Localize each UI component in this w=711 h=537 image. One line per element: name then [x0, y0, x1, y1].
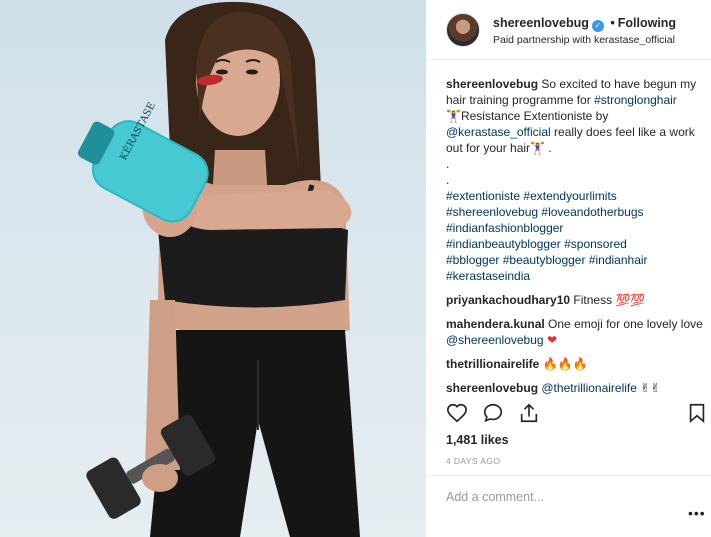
comment-icon[interactable]	[482, 402, 504, 424]
hashtag-link[interactable]: #stronglonghair	[594, 93, 677, 107]
instagram-post: KÉRASTASE shereenlovebug ✓ • Following Pai…	[0, 0, 711, 537]
hashtag-link[interactable]: #shereenlovebug	[446, 205, 538, 219]
username-link[interactable]: shereenlovebug	[493, 16, 589, 30]
caption-username[interactable]: shereenlovebug	[446, 77, 538, 91]
photo-illustration: KÉRASTASE	[77, 1, 360, 537]
header-user: shereenlovebug ✓ • Following	[493, 16, 676, 32]
post-header: shereenlovebug ✓ • Following Paid partners…	[426, 0, 711, 60]
caption-text-2: 🏋‍♀Resistance Extentioniste by	[446, 109, 609, 123]
verified-icon: ✓	[591, 20, 604, 32]
hashtag-link[interactable]: #indianfashionblogger	[446, 221, 563, 235]
hashtag-link[interactable]: #bblogger	[446, 253, 499, 267]
comment-username[interactable]: thetrillionairelife	[446, 357, 539, 371]
following-button[interactable]: Following	[618, 16, 676, 30]
comment-emoji: 💯💯	[615, 293, 646, 307]
comment-username[interactable]: priyankachoudhary10	[446, 293, 570, 307]
comment-item: mahendera.kunal One emoji for one lovely…	[446, 316, 706, 348]
heart-icon[interactable]	[446, 402, 468, 424]
post-sidebar: shereenlovebug ✓ • Following Paid partners…	[426, 0, 711, 537]
hashtag-link[interactable]: #sponsored	[564, 237, 627, 251]
hashtag-link[interactable]: #extendyourlimits	[523, 189, 616, 203]
likes-count[interactable]: 1,481 likes	[446, 433, 509, 447]
comment-text: One emoji for one lovely love	[548, 317, 703, 331]
hashtag-link[interactable]: #indianbeautyblogger	[446, 237, 561, 251]
comment-emoji: ❤	[546, 333, 557, 347]
comment-item: shereenlovebug @thetrillionairelife ✌✌	[446, 380, 706, 396]
comments-list: shereenlovebug So excited to have begun …	[446, 76, 706, 404]
comment-item: thetrillionairelife 🔥🔥🔥	[446, 356, 706, 372]
comment-emoji: ✌✌	[640, 381, 661, 395]
bookmark-icon[interactable]	[686, 402, 708, 424]
comment-emoji: 🔥🔥🔥	[542, 357, 588, 371]
caption-dot: .	[446, 173, 450, 187]
hashtag-link[interactable]: #beautyblogger	[503, 253, 586, 267]
action-bar	[446, 400, 711, 428]
separator-dot: •	[610, 16, 615, 30]
comment-item: priyankachoudhary10 Fitness 💯💯	[446, 292, 706, 308]
hashtag-link[interactable]: #kerastaseindia	[446, 269, 530, 283]
caption: shereenlovebug So excited to have begun …	[446, 76, 706, 284]
post-photo[interactable]: KÉRASTASE	[0, 0, 426, 537]
caption-dot: .	[446, 157, 450, 171]
share-icon[interactable]	[518, 402, 540, 424]
comment-username[interactable]: mahendera.kunal	[446, 317, 545, 331]
partnership-label[interactable]: Paid partnership with kerastase_official	[493, 34, 675, 46]
more-options-icon[interactable]: •••	[688, 505, 706, 521]
mention-link[interactable]: @shereenlovebug	[446, 333, 544, 347]
mention-link[interactable]: @kerastase_official	[446, 125, 551, 139]
hashtag-link[interactable]: #loveandotherbugs	[541, 205, 643, 219]
comment-input[interactable]: Add a comment...	[446, 490, 544, 504]
mention-link[interactable]: @thetrillionairelife	[541, 381, 637, 395]
post-timestamp[interactable]: 4 DAYS AGO	[446, 456, 500, 466]
comment-username[interactable]: shereenlovebug	[446, 381, 538, 395]
avatar[interactable]	[446, 13, 480, 47]
hashtag-link[interactable]: #indianhair	[589, 253, 648, 267]
divider	[426, 475, 711, 476]
comment-text: Fitness	[573, 293, 613, 307]
hashtag-link[interactable]: #extentioniste	[446, 189, 520, 203]
